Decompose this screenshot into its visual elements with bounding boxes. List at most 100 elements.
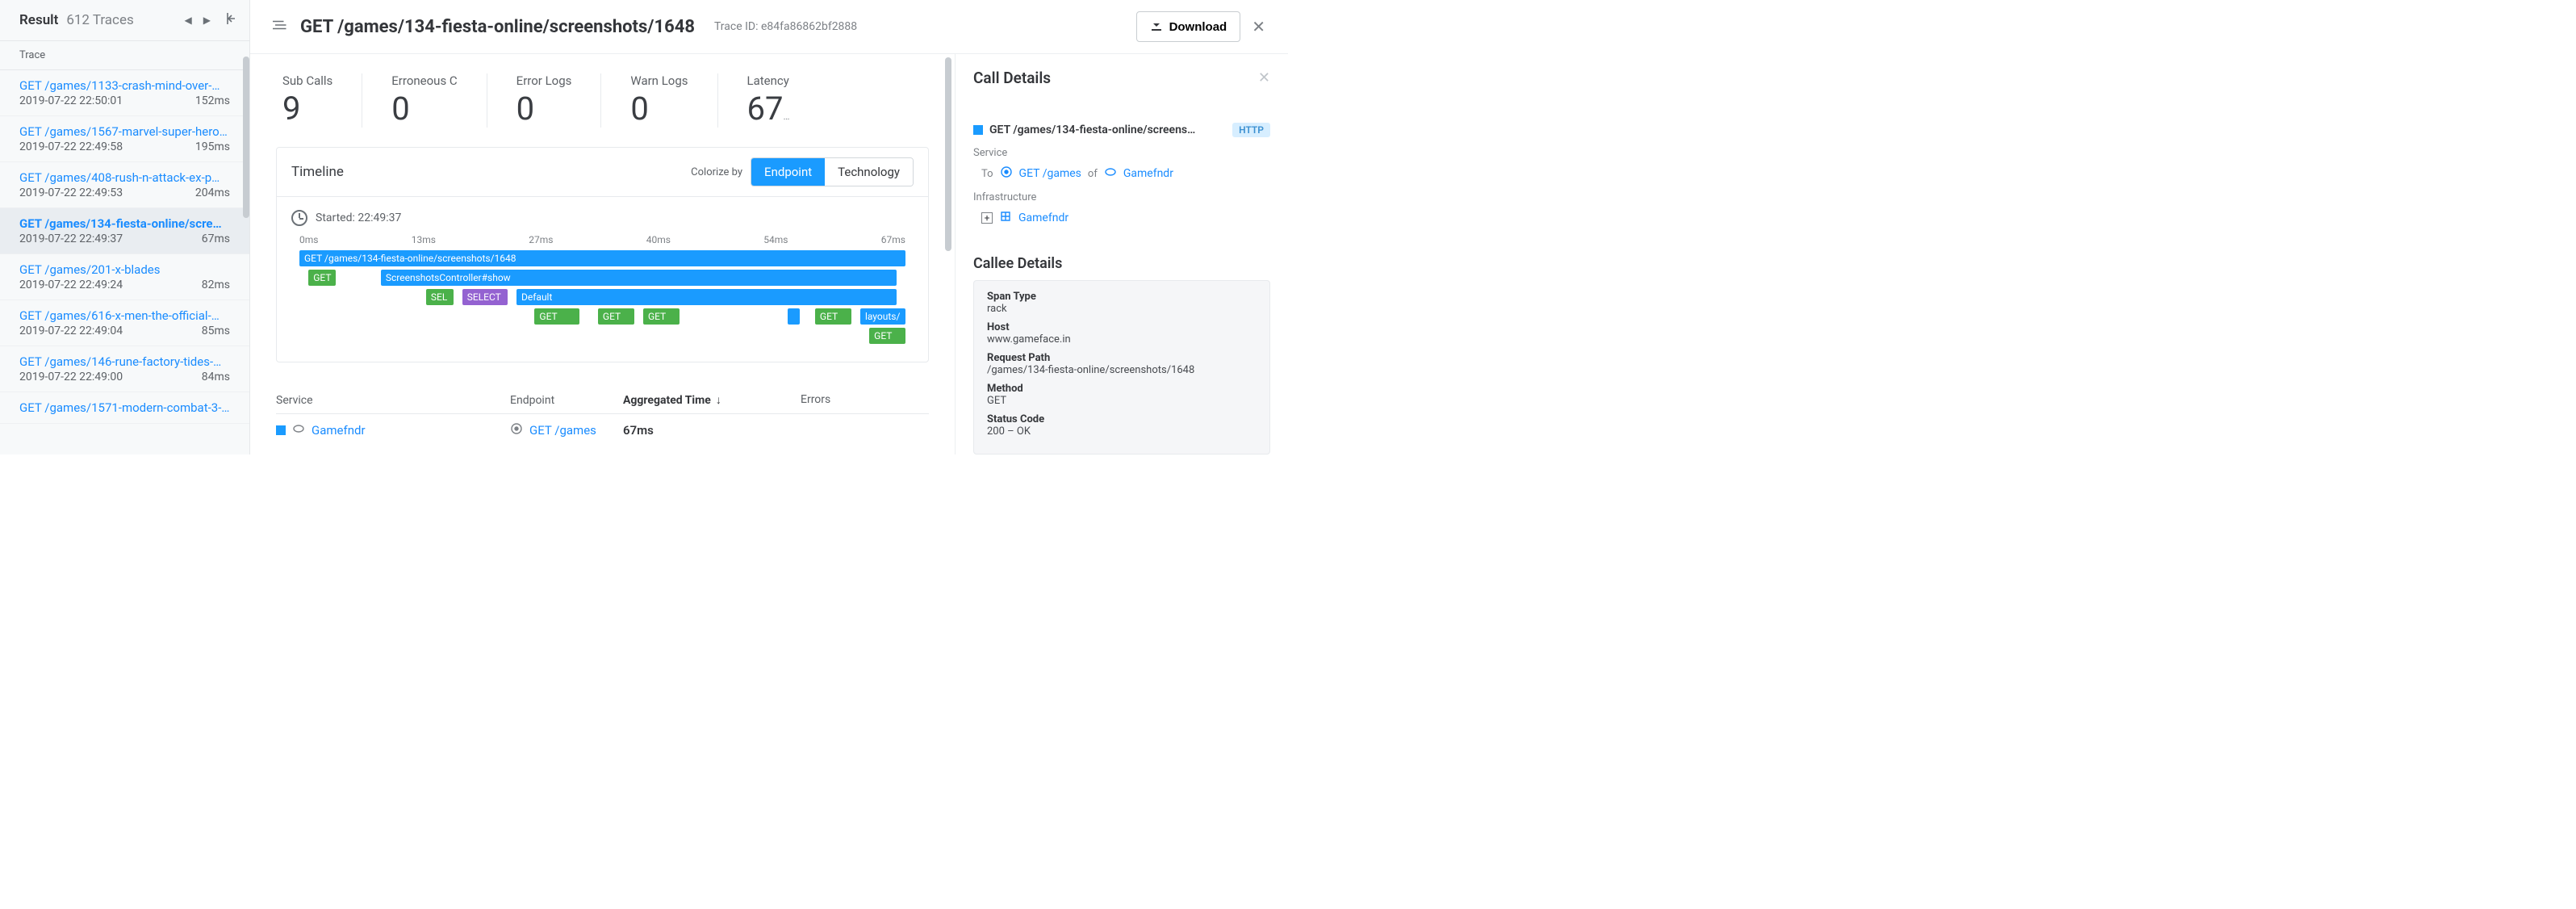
call-name: GET /games/134-fiesta-online/screens… xyxy=(989,124,1226,136)
stat-box: Error Logs0 xyxy=(487,73,601,128)
span-bar[interactable]: GET /games/134-fiesta-online/screenshots… xyxy=(299,250,905,266)
trace-title: GET /games/146-rune-factory-tides-… xyxy=(19,354,230,369)
trace-title: GET /games/1571-modern-combat-3-… xyxy=(19,400,230,415)
col-service: Service xyxy=(276,393,510,407)
callee-value: /games/134-fiesta-online/screenshots/164… xyxy=(987,364,1257,376)
trace-item[interactable]: GET /games/1567-marvel-super-hero…2019-0… xyxy=(0,116,249,162)
callee-value: GET xyxy=(987,395,1257,407)
trace-item[interactable]: GET /games/616-x-men-the-official-…2019-… xyxy=(0,300,249,346)
center-panel: Sub Calls9Erroneous C0Error Logs0Warn Lo… xyxy=(250,54,955,454)
col-time[interactable]: Aggregated Time ↓ xyxy=(623,393,801,407)
stat-box: Sub Calls9 xyxy=(276,73,362,128)
page-title: GET /games/134-fiesta-online/screenshots… xyxy=(300,17,695,37)
span-bar[interactable]: GET xyxy=(869,328,905,344)
sidebar-scrollbar[interactable] xyxy=(243,48,249,454)
timeline-panel: Timeline Colorize by Endpoint Technology xyxy=(276,147,929,362)
sidebar: Result 612 Traces ◀ ▶ Trace GET /games/1… xyxy=(0,0,250,454)
download-button[interactable]: Download xyxy=(1136,11,1241,42)
trace-item[interactable]: GET /games/1571-modern-combat-3-… xyxy=(0,392,249,424)
trace-item[interactable]: GET /games/146-rune-factory-tides-…2019-… xyxy=(0,346,249,392)
details-title: Call Details xyxy=(973,69,1051,87)
callee-box: Span TyperackHostwww.gameface.inRequest … xyxy=(973,280,1270,454)
colorize-group: Colorize by Endpoint Technology xyxy=(691,157,914,186)
stat-box: Latency67… xyxy=(717,73,819,128)
service-endpoint-link[interactable]: GET /games xyxy=(1019,167,1081,180)
span-bar[interactable]: GET xyxy=(534,308,579,325)
trace-item[interactable]: GET /games/408-rush-n-attack-ex-p…2019-0… xyxy=(0,162,249,208)
span-bar[interactable]: GET xyxy=(308,270,336,286)
callee-key: Host xyxy=(987,321,1257,333)
trace-timestamp: 2019-07-22 22:50:01 xyxy=(19,94,123,107)
close-icon[interactable]: ✕ xyxy=(1252,17,1265,36)
toggle-endpoint[interactable]: Endpoint xyxy=(751,158,825,186)
trace-item[interactable]: GET /games/134-fiesta-online/scre…2019-0… xyxy=(0,208,249,254)
app-root: Result 612 Traces ◀ ▶ Trace GET /games/1… xyxy=(0,0,1288,454)
timeline-chart[interactable]: GET /games/134-fiesta-online/screenshots… xyxy=(299,250,905,347)
trace-id: Trace ID: e84fa86862bf2888 xyxy=(714,20,857,33)
span-bar[interactable]: SEL xyxy=(426,289,454,305)
top-bar: GET /games/134-fiesta-online/screenshots… xyxy=(250,0,1288,54)
trace-list[interactable]: GET /games/1133-crash-mind-over-…2019-07… xyxy=(0,70,249,454)
trace-title: GET /games/616-x-men-the-official-… xyxy=(19,308,230,323)
trace-timestamp: 2019-07-22 22:49:37 xyxy=(19,232,123,245)
sidebar-title: Result xyxy=(19,12,58,28)
next-icon[interactable]: ▶ xyxy=(203,15,211,26)
service-link[interactable]: Gamefndr xyxy=(1123,167,1173,180)
callee-key: Request Path xyxy=(987,352,1257,364)
col-errors: Errors xyxy=(801,393,929,407)
trace-title: GET /games/201-x-blades xyxy=(19,262,230,277)
stat-value: 9 xyxy=(282,90,332,128)
span-bar[interactable]: GET xyxy=(598,308,634,325)
content-split: Sub Calls9Erroneous C0Error Logs0Warn Lo… xyxy=(250,54,1288,454)
stat-value: 67… xyxy=(747,90,790,128)
span-bar[interactable] xyxy=(788,308,800,325)
span-bar[interactable]: Default xyxy=(516,289,897,305)
stat-value: 0 xyxy=(630,90,688,128)
callee-section: Callee Details Span TyperackHostwww.game… xyxy=(956,241,1288,454)
timeline-axis: 0ms13ms27ms40ms54ms67ms xyxy=(299,234,905,245)
trace-duration: 85ms xyxy=(202,325,230,337)
endpoint-icon xyxy=(510,422,523,438)
main: GET /games/134-fiesta-online/screenshots… xyxy=(250,0,1288,454)
endpoint-link[interactable]: GET /games xyxy=(529,423,596,438)
col-endpoint: Endpoint xyxy=(510,393,623,407)
center-scrollbar[interactable] xyxy=(945,54,951,454)
callee-title: Callee Details xyxy=(973,255,1270,272)
color-swatch-icon xyxy=(973,125,983,135)
callee-key: Span Type xyxy=(987,291,1257,303)
prev-icon[interactable]: ◀ xyxy=(185,15,192,26)
trace-timestamp: 2019-07-22 22:49:24 xyxy=(19,279,123,291)
span-bar[interactable]: SELECT xyxy=(462,289,508,305)
to-label: To xyxy=(981,168,993,180)
callee-key: Status Code xyxy=(987,413,1257,425)
timeline-header: Timeline Colorize by Endpoint Technology xyxy=(277,148,928,197)
callee-value: rack xyxy=(987,303,1257,315)
expand-icon[interactable]: + xyxy=(981,212,993,224)
stat-label: Warn Logs xyxy=(630,73,688,88)
agg-time: 67ms xyxy=(623,423,801,438)
callee-value: 200 – OK xyxy=(987,425,1257,438)
trace-duration: 204ms xyxy=(195,186,230,199)
aggregate-row[interactable]: Gamefndr GET /games 67ms xyxy=(276,414,929,446)
target-icon xyxy=(1000,165,1013,182)
infra-link[interactable]: Gamefndr xyxy=(1018,212,1068,224)
aggregate-table: Service Endpoint Aggregated Time ↓ Error… xyxy=(276,387,929,446)
timeline-started: Started: 22:49:37 xyxy=(291,210,914,226)
toggle-technology[interactable]: Technology xyxy=(825,158,913,186)
lane-icon xyxy=(273,19,287,34)
trace-item[interactable]: GET /games/201-x-blades 2019-07-22 22:49:… xyxy=(0,254,249,300)
trace-timestamp: 2019-07-22 22:49:58 xyxy=(19,140,123,153)
trace-duration: 195ms xyxy=(195,140,230,153)
trace-title: GET /games/1567-marvel-super-hero… xyxy=(19,124,230,139)
span-bar[interactable]: GET xyxy=(815,308,851,325)
span-bar[interactable]: GET xyxy=(643,308,680,325)
trace-item[interactable]: GET /games/1133-crash-mind-over-…2019-07… xyxy=(0,70,249,116)
span-bar[interactable]: ScreenshotsController#show xyxy=(381,270,897,286)
trace-timestamp: 2019-07-22 22:49:53 xyxy=(19,186,123,199)
service-link[interactable]: Gamefndr xyxy=(312,423,366,438)
span-bar[interactable]: layouts/ xyxy=(860,308,905,325)
details-close-icon[interactable]: ✕ xyxy=(1258,69,1270,86)
axis-tick: 0ms xyxy=(299,234,318,245)
service-label: Service xyxy=(973,147,1270,159)
collapse-icon[interactable] xyxy=(222,11,236,29)
